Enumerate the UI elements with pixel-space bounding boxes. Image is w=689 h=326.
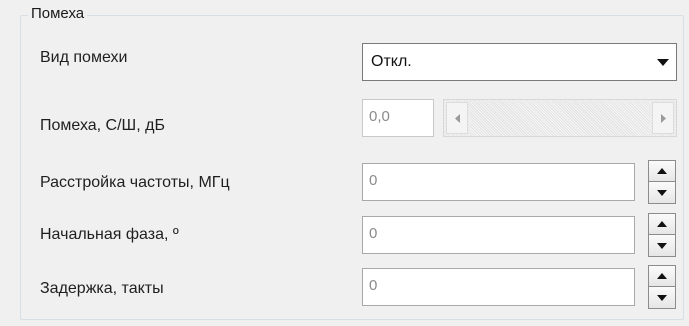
initial-phase-field[interactable]: 0 xyxy=(362,216,635,254)
freq-offset-field[interactable]: 0 xyxy=(362,163,635,201)
chevron-down-icon[interactable] xyxy=(651,45,675,79)
noise-type-combobox[interactable]: Откл. xyxy=(362,43,677,81)
delay-field[interactable]: 0 xyxy=(362,268,635,306)
freq-offset-value: 0 xyxy=(369,172,378,189)
arrow-down-icon[interactable] xyxy=(649,182,675,203)
initial-phase-spinner[interactable] xyxy=(648,213,676,257)
snr-value: 0,0 xyxy=(369,108,390,125)
initial-phase-value: 0 xyxy=(369,225,378,242)
snr-scrollbar[interactable] xyxy=(443,99,677,137)
arrow-down-icon[interactable] xyxy=(649,287,675,308)
noise-type-label: Вид помехи xyxy=(40,49,128,66)
freq-offset-spinner[interactable] xyxy=(648,160,676,204)
arrow-up-icon[interactable] xyxy=(649,214,675,235)
arrow-right-icon[interactable] xyxy=(652,102,674,134)
group-title: Помеха xyxy=(28,5,88,23)
arrow-up-icon[interactable] xyxy=(649,161,675,182)
arrow-left-icon[interactable] xyxy=(446,102,468,134)
snr-label: Помеха, С/Ш, дБ xyxy=(40,117,165,134)
noise-type-value: Откл. xyxy=(371,53,412,70)
delay-value: 0 xyxy=(369,277,378,294)
initial-phase-label: Начальная фаза, º xyxy=(40,226,179,243)
delay-spinner[interactable] xyxy=(648,265,676,309)
freq-offset-label: Расстройка частоты, МГц xyxy=(40,174,230,191)
arrow-up-icon[interactable] xyxy=(649,266,675,287)
delay-label: Задержка, такты xyxy=(40,280,164,297)
arrow-down-icon[interactable] xyxy=(649,235,675,256)
snr-field[interactable]: 0,0 xyxy=(362,99,434,137)
